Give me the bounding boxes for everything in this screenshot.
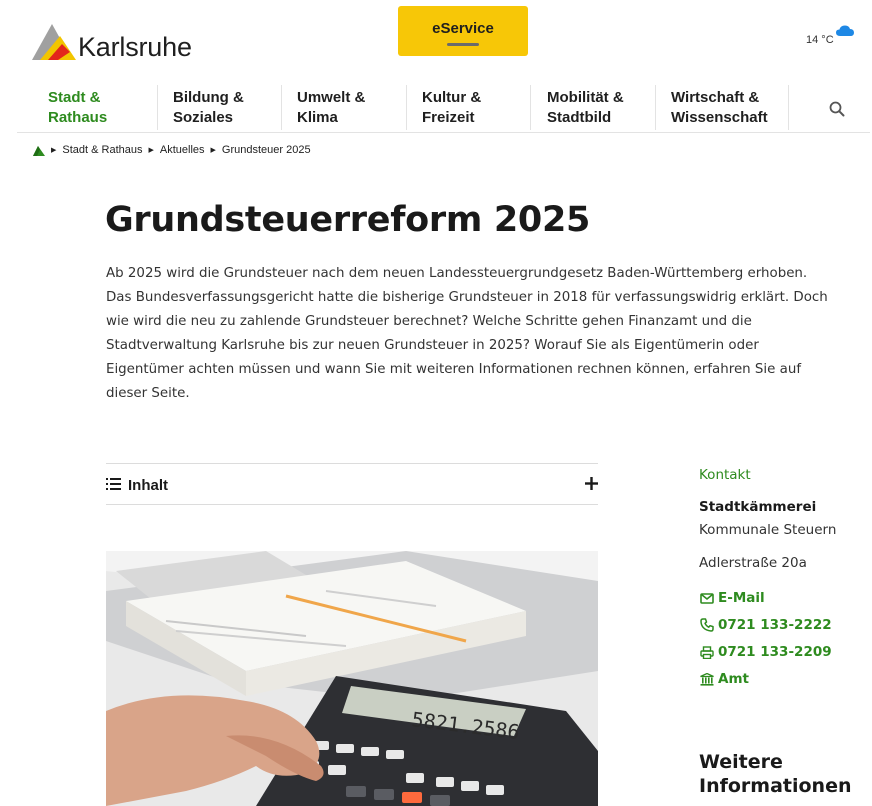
eservice-button[interactable]: eService <box>398 6 528 56</box>
email-label: E-Mail <box>718 590 765 606</box>
calculator-photo: 5821.2586 <box>106 551 598 806</box>
breadcrumb-separator: ▶ <box>51 147 57 154</box>
list-icon <box>106 478 121 490</box>
nav-divider <box>788 85 789 130</box>
contact-department: Kommunale Steuern <box>699 522 837 538</box>
office-label: Amt <box>718 671 749 687</box>
breadcrumb-separator: ▶ <box>210 147 216 154</box>
table-of-contents-toggle[interactable]: Inhalt <box>106 463 598 505</box>
weather-temperature: 14 °C <box>806 34 834 46</box>
eservice-label: eService <box>432 20 494 37</box>
office-icon <box>700 672 714 686</box>
more-information-heading: Weitere Informationen <box>699 751 852 797</box>
eservice-indicator <box>447 43 479 46</box>
nav-item-bildung-soziales[interactable]: Bildung & Soziales <box>173 88 244 128</box>
nav-item-mobilitaet-stadtbild[interactable]: Mobilität & Stadtbild <box>547 88 624 128</box>
intro-text: Ab 2025 wird die Grundsteuer nach dem ne… <box>106 266 828 401</box>
plus-icon <box>585 477 598 490</box>
phone-icon <box>700 618 714 632</box>
mail-icon <box>700 592 714 604</box>
breadcrumb-item[interactable]: Stadt & Rathaus <box>62 144 142 156</box>
cloud-icon <box>836 25 854 36</box>
nav-divider <box>655 85 656 130</box>
main-navigation: Stadt & Rathaus Bildung & Soziales Umwel… <box>17 85 870 133</box>
logo-text: Karlsruhe <box>78 32 192 62</box>
office-link[interactable]: Amt <box>700 671 749 687</box>
email-link[interactable]: E-Mail <box>700 590 765 606</box>
nav-item-stadt-rathaus[interactable]: Stadt & Rathaus <box>48 88 107 128</box>
contact-heading: Kontakt <box>699 467 751 483</box>
breadcrumb-current: Grundsteuer 2025 <box>221 144 311 156</box>
search-button[interactable] <box>829 101 845 121</box>
phone-link[interactable]: 0721 133-2222 <box>700 617 832 633</box>
fax-icon <box>700 645 714 659</box>
phone-number: 0721 133-2222 <box>718 617 832 633</box>
nav-item-umwelt-klima[interactable]: Umwelt & Klima <box>297 88 365 128</box>
fax-number: 0721 133-2209 <box>718 644 832 660</box>
nav-item-wirtschaft-wissenschaft[interactable]: Wirtschaft & Wissenschaft <box>671 88 768 128</box>
fax-link[interactable]: 0721 133-2209 <box>700 644 832 660</box>
nav-item-kultur-freizeit[interactable]: Kultur & Freizeit <box>422 88 481 128</box>
karlsruhe-logo[interactable]: Karlsruhe <box>32 22 192 62</box>
page-title: Grundsteuerreform 2025 <box>105 200 591 240</box>
logo-mark <box>32 24 76 60</box>
toc-label: Inhalt <box>128 477 168 494</box>
breadcrumb-item[interactable]: Aktuelles <box>160 144 205 156</box>
contact-organization: Stadtkämmerei <box>699 499 817 515</box>
search-icon <box>829 101 845 117</box>
home-icon[interactable] <box>33 145 45 156</box>
nav-divider <box>157 85 158 130</box>
nav-divider <box>406 85 407 130</box>
breadcrumb: ▶ Stadt & Rathaus ▶ Aktuelles ▶ Grundste… <box>33 144 311 156</box>
nav-divider <box>281 85 282 130</box>
breadcrumb-separator: ▶ <box>148 147 154 154</box>
nav-divider <box>530 85 531 130</box>
contact-address: Adlerstraße 20a <box>699 555 807 571</box>
